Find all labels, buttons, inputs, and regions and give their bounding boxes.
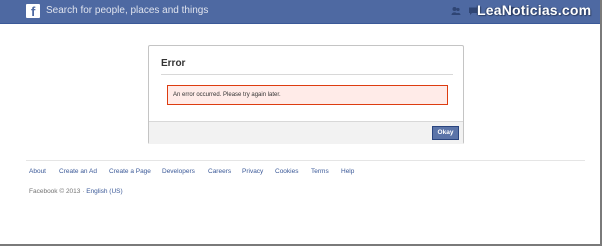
footer-link-terms[interactable]: Terms: [311, 168, 329, 176]
footer-link-privacy[interactable]: Privacy: [242, 168, 263, 176]
footer-link-about[interactable]: About: [29, 168, 46, 176]
error-message-box: An error occurred. Please try again late…: [167, 85, 448, 105]
watermark-text: LeaNoticias.com: [477, 2, 592, 18]
logo-letter: f: [31, 4, 36, 19]
search-input[interactable]: Search for people, places and things: [46, 5, 208, 17]
footer-link-developers[interactable]: Developers: [162, 168, 195, 176]
dialog-divider: [161, 74, 453, 75]
dialog-footer: Okay: [149, 121, 463, 144]
footer-link-create-ad[interactable]: Create an Ad: [59, 168, 97, 176]
top-bar: f Search for people, places and things L…: [0, 0, 600, 24]
dialog-title: Error: [161, 58, 186, 69]
okay-button[interactable]: Okay: [432, 126, 459, 140]
error-message: An error occurred. Please try again late…: [173, 92, 281, 98]
copyright-text: Facebook © 2013 ·: [29, 188, 87, 195]
page-divider: [26, 160, 585, 161]
friend-requests-icon[interactable]: [451, 6, 461, 16]
copyright: Facebook © 2013 · English (US): [29, 188, 123, 196]
error-dialog: Error An error occurred. Please try agai…: [148, 45, 464, 144]
footer-link-help[interactable]: Help: [341, 168, 354, 176]
footer-link-cookies[interactable]: Cookies: [275, 168, 298, 176]
footer-link-careers[interactable]: Careers: [208, 168, 231, 176]
footer-link-create-page[interactable]: Create a Page: [109, 168, 151, 176]
facebook-logo-icon[interactable]: f: [26, 4, 40, 19]
language-link[interactable]: English (US): [86, 188, 122, 195]
